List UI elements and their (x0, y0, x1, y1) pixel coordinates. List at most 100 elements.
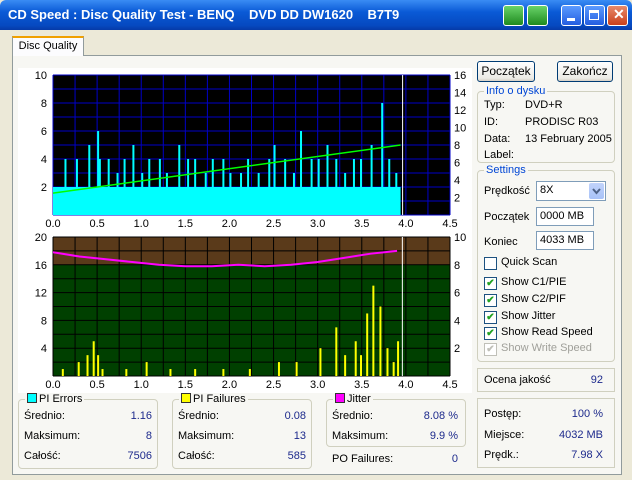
pif-bar (372, 285, 375, 376)
top-x-tick: 3.0 (310, 218, 325, 230)
pie-baseline-bar (53, 187, 401, 215)
pie-bar (388, 159, 391, 215)
pif-bar (319, 348, 322, 376)
chevron-down-icon[interactable] (589, 183, 604, 199)
disc-info-title: Info o dysku (484, 85, 548, 97)
checkbox-4[interactable]: ✔ (484, 327, 497, 340)
pif-avg-label: Średnio: (178, 410, 219, 422)
pif-bar (248, 369, 251, 376)
top-yr-tick: 2 (454, 193, 460, 205)
info-date-value: 13 February 2005 (525, 133, 612, 145)
checkbox-2[interactable]: ✔ (484, 294, 497, 307)
speed-readout-label: Prędk.: (484, 449, 519, 461)
bottom-x-tick: 1.5 (178, 379, 193, 391)
end-button[interactable]: Zakończ (557, 61, 613, 82)
pie-max-label: Maksimum: (24, 430, 81, 442)
pie-bar (107, 159, 110, 215)
pif-bar (335, 327, 338, 376)
checkbox-label-0[interactable]: Quick Scan (501, 256, 557, 268)
bottom-yl-tick: 4 (41, 343, 47, 355)
checkbox-label-3[interactable]: Show Jitter (501, 310, 555, 322)
pif-bar (77, 362, 80, 376)
title-bar[interactable]: CD Speed : Disc Quality Test - BENQ DVD … (0, 0, 632, 30)
pie-bar (141, 173, 144, 215)
close-button[interactable]: ✕ (607, 5, 628, 26)
start-mb-label: Początek (484, 211, 530, 223)
top-x-tick: 0.0 (45, 218, 60, 230)
speed-value: 8X (540, 184, 554, 196)
start-button[interactable]: Początek (477, 61, 535, 82)
pie-bar (204, 173, 207, 215)
pif-avg-value: 0.08 (284, 410, 306, 422)
pie-bar (148, 159, 151, 215)
top-x-tick: 2.0 (222, 218, 237, 230)
speed-label: Prędkość (484, 185, 530, 197)
tab-disc-quality[interactable]: Disc Quality (12, 36, 84, 56)
top-yr-tick: 4 (454, 175, 460, 187)
top-x-tick: 4.5 (442, 218, 457, 230)
bottom-x-tick: 0.0 (45, 379, 60, 391)
pie-bar (194, 159, 197, 215)
checkbox-label-5: Show Write Speed (501, 342, 592, 354)
top-yr-tick: 12 (454, 105, 466, 117)
jitter-max-value: 9.9 % (429, 430, 458, 442)
info-id-label: ID: (484, 116, 499, 128)
checkbox-3[interactable]: ✔ (484, 311, 497, 324)
pie-bar (284, 159, 287, 215)
speed-select[interactable]: 8X (536, 181, 606, 201)
info-date-label: Data: (484, 133, 511, 145)
pie-max-value: 8 (145, 430, 152, 442)
pif-total-label: Całość: (178, 450, 215, 462)
main-window: CD Speed : Disc Quality Test - BENQ DVD … (0, 0, 632, 480)
pif-bar (379, 306, 382, 376)
checkbox-label-1[interactable]: Show C1/PIE (501, 276, 566, 288)
pie-bar (158, 159, 161, 215)
info-label-label: Label: (484, 149, 514, 161)
checkbox-5: ✔ (484, 343, 497, 356)
po-failures-label: PO Failures: (332, 453, 394, 465)
checkbox-label-2[interactable]: Show C2/PIF (501, 293, 566, 305)
pie-bar (211, 159, 214, 215)
top-x-tick: 0.5 (89, 218, 104, 230)
pif-max-value: 13 (293, 430, 306, 442)
copy-icon[interactable] (503, 5, 524, 26)
pif-bar (97, 355, 100, 376)
bottom-x-tick: 2.5 (266, 379, 281, 391)
pie-bar (229, 173, 232, 215)
minimize-button[interactable] (561, 5, 582, 26)
pie-bar (257, 173, 260, 215)
top-yl-tick: 6 (41, 126, 47, 138)
checkbox-1[interactable]: ✔ (484, 277, 497, 290)
pie-bar (178, 145, 181, 215)
bottom-x-tick: 1.0 (134, 379, 149, 391)
pie-bar (335, 159, 338, 215)
jitter-title: Jitter (347, 393, 371, 405)
minimize-icon (567, 18, 575, 21)
bottom-x-tick: 3.5 (354, 379, 369, 391)
pie-bar (222, 159, 225, 215)
jitter-avg-value: 8.08 % (423, 410, 458, 422)
pif-bar (386, 348, 389, 376)
pif-bar (169, 369, 172, 376)
bottom-x-tick: 4.0 (398, 379, 413, 391)
end-mb-input[interactable]: 4033 MB (536, 231, 594, 250)
pif-total-value: 585 (287, 450, 306, 462)
top-yr-tick: 14 (454, 88, 466, 100)
pie-bar (165, 173, 168, 215)
pie-bar (116, 173, 119, 215)
start-mb-input[interactable]: 0000 MB (536, 207, 594, 226)
pie-bar (310, 159, 313, 215)
save-icon[interactable] (527, 5, 548, 26)
maximize-button[interactable] (584, 5, 605, 26)
top-yl-tick: 8 (41, 98, 47, 110)
info-type-label: Typ: (484, 99, 505, 111)
top-yr-tick: 8 (454, 140, 460, 152)
checkbox-label-4[interactable]: Show Read Speed (501, 326, 593, 338)
checkbox-0[interactable] (484, 257, 497, 270)
pi-failures-swatch (181, 393, 191, 403)
top-x-tick: 3.5 (354, 218, 369, 230)
pie-bar (292, 173, 295, 215)
pif-bar (277, 362, 280, 376)
jitter-avg-label: Średnio: (332, 410, 373, 422)
pie-bar (381, 103, 384, 215)
